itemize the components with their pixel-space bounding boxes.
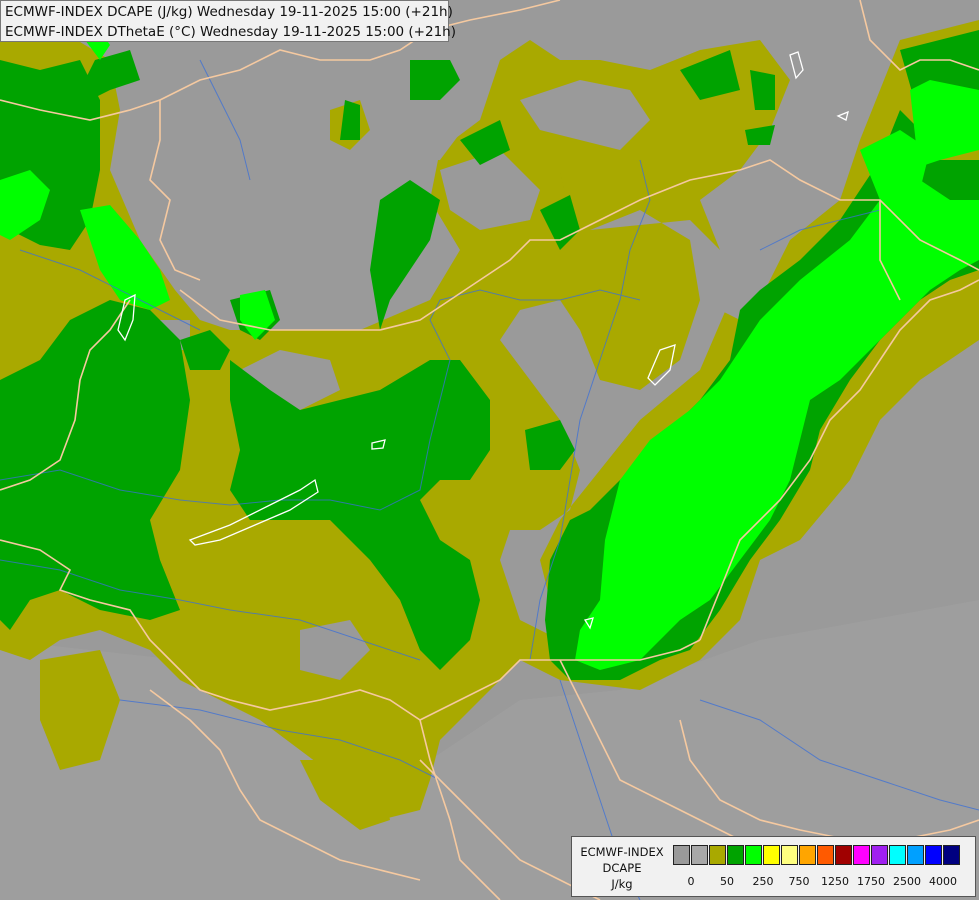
legend-swatch	[889, 845, 906, 865]
title-dcape: ECMWF-INDEX DCAPE (J/kg) Wednesday 19-11…	[5, 4, 453, 20]
legend-title-variable: DCAPE	[602, 861, 642, 875]
legend-tick-label: 0	[687, 875, 695, 888]
map-title-box: ECMWF-INDEX DCAPE (J/kg) Wednesday 19-11…	[0, 0, 456, 42]
legend-tick-label: 4000	[929, 875, 957, 888]
dcape-map	[0, 0, 979, 900]
legend-tick-label: 750	[788, 875, 810, 888]
legend-tick-label: 1750	[857, 875, 885, 888]
legend-tick-label: 50	[720, 875, 734, 888]
legend-swatch	[673, 845, 690, 865]
legend-swatch	[871, 845, 888, 865]
legend-swatch	[817, 845, 834, 865]
legend-swatch	[781, 845, 798, 865]
legend-swatch	[853, 845, 870, 865]
legend-tick-label: 1250	[821, 875, 849, 888]
legend-swatch	[835, 845, 852, 865]
legend-swatch	[763, 845, 780, 865]
legend-swatch	[907, 845, 924, 865]
legend-title-source: ECMWF-INDEX	[580, 845, 664, 859]
legend-swatch	[943, 845, 960, 865]
legend-tick-label: 2500	[893, 875, 921, 888]
legend-swatch	[709, 845, 726, 865]
legend-tick-label: 250	[752, 875, 774, 888]
legend-swatch	[691, 845, 708, 865]
legend-swatch	[925, 845, 942, 865]
legend-swatch	[745, 845, 762, 865]
legend-title-unit: J/kg	[611, 877, 633, 891]
legend-swatch	[727, 845, 744, 865]
title-dthetae: ECMWF-INDEX DThetaE (°C) Wednesday 19-11…	[5, 24, 456, 40]
legend-swatch	[799, 845, 816, 865]
color-legend: ECMWF-INDEX DCAPE J/kg 0 50 250 750 1250 1750…	[571, 836, 976, 897]
